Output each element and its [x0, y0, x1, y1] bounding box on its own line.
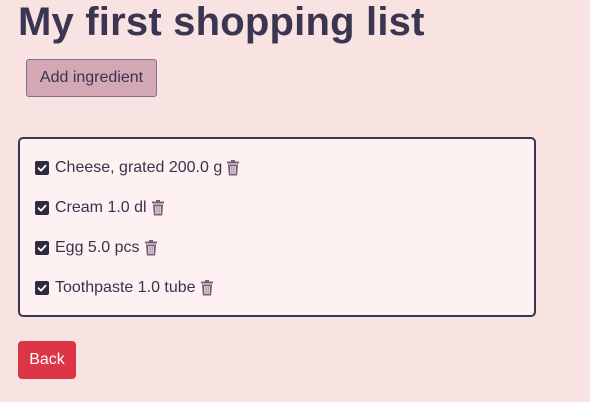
checkbox-checked-icon[interactable] [35, 201, 49, 215]
trash-icon[interactable] [151, 200, 165, 216]
checkbox-checked-icon[interactable] [35, 161, 49, 175]
back-button[interactable]: Back [18, 341, 76, 379]
item-label: Egg 5.0 pcs [55, 239, 140, 256]
item-label: Cheese, grated 200.0 g [55, 159, 223, 176]
item-label: Toothpaste 1.0 tube [55, 279, 196, 296]
shopping-list: Cheese, grated 200.0 g Cream 1.0 dl Egg … [18, 137, 536, 317]
add-ingredient-button[interactable]: Add ingredient [26, 59, 157, 97]
page-title: My first shopping list [18, 0, 425, 44]
list-item: Egg 5.0 pcs [35, 237, 158, 259]
trash-icon[interactable] [144, 240, 158, 256]
list-item: Cheese, grated 200.0 g [35, 157, 240, 179]
list-item: Toothpaste 1.0 tube [35, 277, 214, 299]
trash-icon[interactable] [200, 280, 214, 296]
checkbox-checked-icon[interactable] [35, 281, 49, 295]
trash-icon[interactable] [226, 160, 240, 176]
checkbox-checked-icon[interactable] [35, 241, 49, 255]
list-item: Cream 1.0 dl [35, 197, 165, 219]
item-label: Cream 1.0 dl [55, 199, 147, 216]
